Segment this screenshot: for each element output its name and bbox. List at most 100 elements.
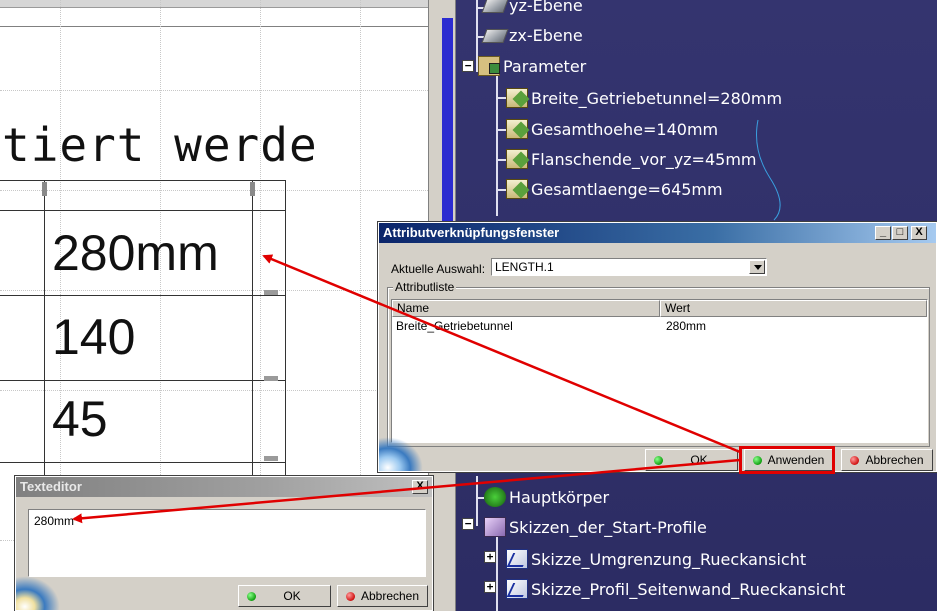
attribute-list[interactable]: Name Wert Breite_Getriebetunnel 280mm	[391, 299, 928, 443]
apply-button-highlight	[739, 446, 835, 474]
column-header-value[interactable]: Wert	[660, 300, 927, 317]
ok-status-icon	[247, 591, 256, 601]
tree-item-label: Parameter	[503, 56, 587, 76]
tree-item-hauptkoerper[interactable]: Hauptkörper	[484, 487, 609, 507]
cancel-button-label: Abbrechen	[360, 589, 420, 603]
table-border	[0, 180, 286, 181]
close-button[interactable]: X	[412, 480, 428, 494]
tree-expander-parameter[interactable]: −	[462, 60, 474, 72]
tree-connector	[496, 159, 506, 161]
sketch-icon	[506, 579, 528, 599]
table-border	[0, 380, 286, 381]
table-cell-width[interactable]: 280mm	[52, 224, 219, 282]
tree-expander-sketch-2[interactable]: +	[484, 581, 496, 593]
tree-connector	[496, 129, 506, 131]
table-border	[44, 180, 45, 480]
tree-item-label: Breite_Getriebetunnel=280mm	[531, 88, 783, 108]
cancel-status-icon	[850, 455, 859, 465]
tree-item-zx-plane[interactable]: zx-Ebene	[481, 26, 583, 45]
row-handle[interactable]	[264, 290, 278, 295]
formula-parameter-icon	[506, 119, 528, 139]
tree-connector	[496, 189, 506, 191]
text-editor-title: Texteditor	[20, 479, 82, 494]
current-selection-label: Aktuelle Auswahl:	[391, 262, 486, 276]
cancel-button[interactable]: Abbrechen	[841, 449, 933, 471]
ok-button-label: OK	[690, 453, 708, 467]
tree-item-label: Hauptkörper	[509, 487, 610, 507]
tree-item-skizze-umgrenzung[interactable]: Skizze_Umgrenzung_Rueckansicht	[506, 549, 806, 569]
ok-button-label: OK	[283, 589, 301, 603]
text-editor-area[interactable]: 280mm	[28, 509, 426, 577]
chevron-down-icon[interactable]	[749, 260, 765, 274]
catia-logo-icon	[379, 437, 423, 471]
sketch-set-icon	[484, 517, 506, 537]
tree-item-skizzen-start-profile[interactable]: Skizzen_der_Start-Profile	[484, 517, 707, 537]
attribute-dialog-title: Attributverknüpfungsfenster	[383, 225, 560, 240]
plane-icon	[481, 0, 509, 13]
row-handle[interactable]	[264, 376, 278, 381]
tree-item-label: Skizze_Profil_Seitenwand_Rueckansicht	[531, 579, 846, 599]
tree-item-yz-plane[interactable]: yz-Ebene	[481, 0, 583, 15]
tree-item-skizze-profil-seitenwand[interactable]: Skizze_Profil_Seitenwand_Rueckansicht	[506, 579, 845, 599]
cancel-status-icon	[346, 591, 355, 601]
canvas-frame-line	[0, 26, 440, 27]
catia-logo-icon	[16, 576, 60, 610]
column-marker[interactable]	[250, 182, 255, 196]
tree-item-label: Flanschende_vor_yz=45mm	[531, 149, 757, 169]
tree-expander-sketch-1[interactable]: +	[484, 551, 496, 563]
attribute-link-dialog: Attributverknüpfungsfenster _ □ X Aktuel…	[377, 221, 937, 473]
minimize-button[interactable]: _	[875, 226, 891, 240]
formula-parameter-icon	[506, 88, 528, 108]
tree-item-label: Gesamthoehe=140mm	[531, 119, 719, 139]
tree-item-label: Skizzen_der_Start-Profile	[509, 517, 707, 537]
tree-item-gesamthoehe[interactable]: Gesamthoehe=140mm	[506, 119, 718, 139]
text-editor-titlebar[interactable]: Texteditor	[16, 477, 432, 497]
tree-item-parameter[interactable]: Parameter	[478, 56, 586, 76]
column-marker[interactable]	[42, 182, 47, 196]
current-selection-dropdown[interactable]: LENGTH.1	[491, 258, 767, 276]
attribute-name-cell: Breite_Getriebetunnel	[396, 319, 513, 333]
tree-connector	[476, 497, 484, 499]
cancel-button-label: Abbrechen	[865, 453, 924, 467]
tree-expander-sketches[interactable]: −	[462, 518, 474, 530]
column-header-name[interactable]: Name	[392, 300, 660, 317]
ok-status-icon	[654, 455, 663, 465]
sketch-icon	[506, 549, 528, 569]
attribute-value-cell: 280mm	[666, 319, 707, 333]
tree-item-label: yz-Ebene	[509, 0, 583, 15]
table-border	[285, 180, 286, 480]
formula-parameter-icon	[506, 149, 528, 169]
table-border	[0, 295, 286, 296]
table-row[interactable]: Breite_Getriebetunnel 280mm	[392, 318, 927, 334]
attribute-dialog-titlebar[interactable]: Attributverknüpfungsfenster	[379, 223, 936, 243]
canvas-top-border	[0, 0, 440, 8]
table-cell-height[interactable]: 140	[52, 308, 135, 366]
cancel-button[interactable]: Abbrechen	[337, 585, 428, 607]
text-editor-dialog: Texteditor X 280mm OK Abbrechen	[14, 475, 434, 611]
tree-item-gesamtlaenge[interactable]: Gesamtlaenge=645mm	[506, 179, 723, 199]
table-border	[0, 462, 286, 463]
row-handle[interactable]	[264, 456, 278, 461]
formula-parameter-icon	[506, 179, 528, 199]
drawing-table: 280mm 140 45	[0, 180, 286, 480]
drawing-heading-text[interactable]: tiert werde	[2, 118, 318, 172]
table-border	[252, 180, 253, 480]
attribute-list-label: Attributliste	[393, 280, 457, 294]
plane-icon	[481, 28, 509, 43]
body-icon	[484, 487, 506, 507]
ok-button[interactable]: OK	[645, 449, 738, 471]
grid-line	[0, 90, 440, 91]
maximize-button[interactable]: □	[892, 226, 908, 240]
tree-item-flanschende[interactable]: Flanschende_vor_yz=45mm	[506, 149, 757, 169]
tree-connector	[496, 534, 498, 611]
tree-item-label: Skizze_Umgrenzung_Rueckansicht	[531, 549, 807, 569]
tree-connector	[496, 97, 506, 99]
tree-item-label: zx-Ebene	[509, 26, 583, 45]
ok-button[interactable]: OK	[238, 585, 331, 607]
close-button[interactable]: X	[911, 226, 927, 240]
tree-item-label: Gesamtlaenge=645mm	[531, 179, 723, 199]
tree-item-breite-getriebetunnel[interactable]: Breite_Getriebetunnel=280mm	[506, 88, 782, 108]
parameter-set-icon	[478, 56, 500, 76]
table-cell-flange[interactable]: 45	[52, 390, 108, 448]
tree-connector	[476, 476, 478, 526]
